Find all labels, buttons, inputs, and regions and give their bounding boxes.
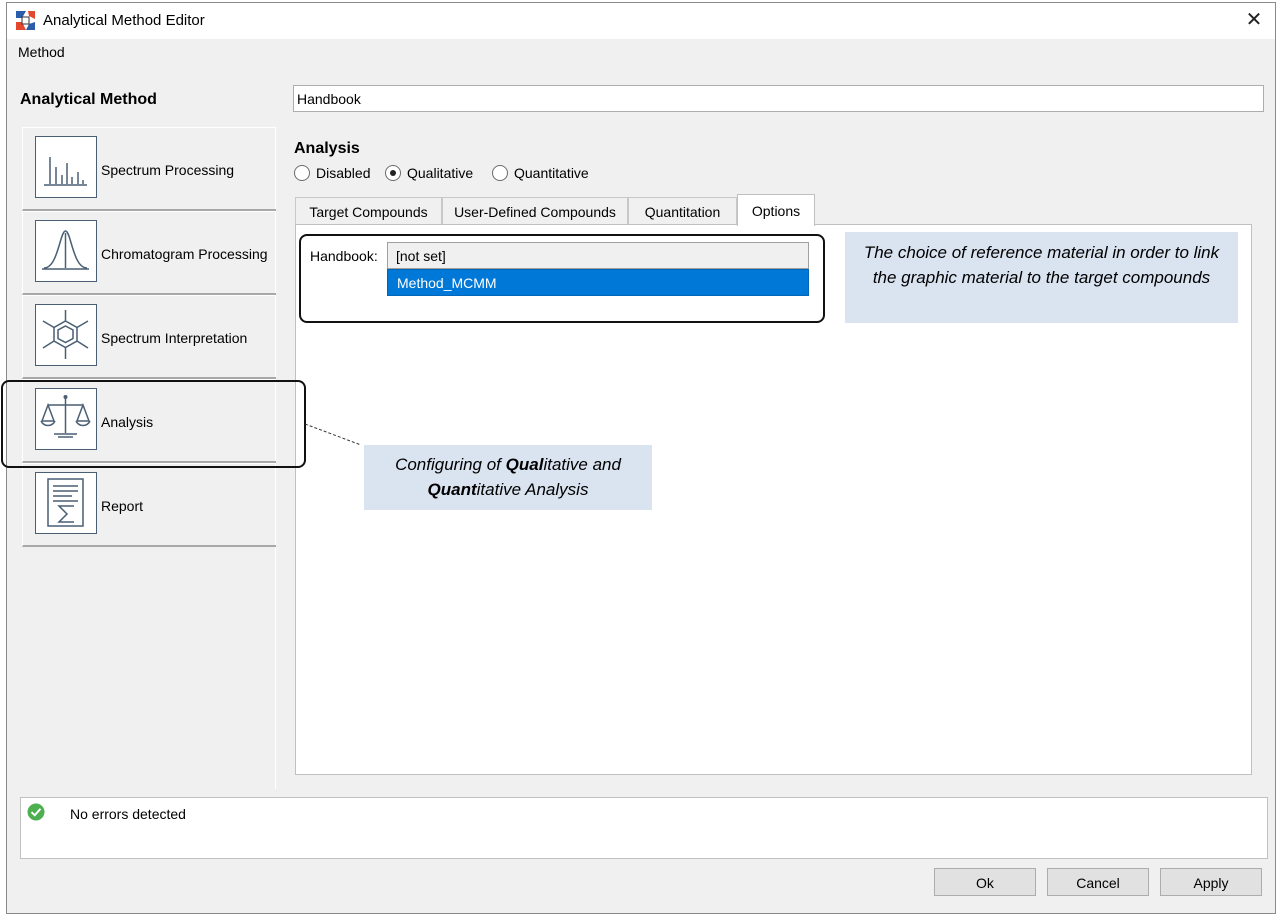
status-panel: No errors detected <box>20 797 1268 859</box>
radio-label: Disabled <box>316 165 371 182</box>
method-name-input[interactable] <box>293 85 1264 112</box>
note-text: itative and <box>543 455 621 474</box>
spectrum-icon <box>35 136 97 198</box>
tab-quantitation[interactable]: Quantitation <box>628 197 737 225</box>
ok-button[interactable]: Ok <box>934 868 1036 896</box>
window-title: Analytical Method Editor <box>43 12 205 29</box>
radio-circle <box>492 165 508 182</box>
annotation-note-reference: The choice of reference material in orde… <box>845 232 1238 323</box>
tab-target-compounds[interactable]: Target Compounds <box>295 197 442 225</box>
radio-label: Quantitative <box>514 165 589 182</box>
analysis-callout-frame <box>1 380 306 468</box>
note-bold: Qual <box>505 455 544 474</box>
editor-window: Analytical Method Editor ✕ Method Analyt… <box>1 2 1276 914</box>
nav-title: Analytical Method <box>20 91 157 108</box>
sigma-report-icon <box>35 472 97 534</box>
menu-bar: Method <box>7 39 1275 65</box>
title-bar: Analytical Method Editor ✕ <box>7 3 1275 39</box>
tab-options[interactable]: Options <box>737 194 815 226</box>
section-title: Analysis <box>294 140 360 157</box>
check-circle-icon <box>27 803 45 821</box>
close-button[interactable]: ✕ <box>1239 7 1269 35</box>
nav-item-spectrum-interpretation[interactable]: Spectrum Interpretation <box>22 295 276 379</box>
chromatogram-icon <box>35 220 97 282</box>
nav-item-label: Spectrum Interpretation <box>101 330 248 346</box>
nav-item-label: Chromatogram Processing <box>101 246 268 262</box>
radio-disabled[interactable]: Disabled <box>294 164 371 182</box>
note-bold: Quant <box>427 480 477 499</box>
radio-circle <box>385 165 401 182</box>
radio-qualitative[interactable]: Qualitative <box>385 164 474 182</box>
annotation-note-analysis: Configuring of Qualitative and Quantitat… <box>364 445 652 510</box>
handbook-callout-frame <box>299 234 825 323</box>
close-icon: ✕ <box>1245 9 1263 31</box>
nav-item-label: Report <box>101 498 144 514</box>
molecule-icon <box>35 304 97 366</box>
nav-item-spectrum-processing[interactable]: Spectrum Processing <box>22 127 276 211</box>
radio-quantitative[interactable]: Quantitative <box>492 164 589 182</box>
cancel-button[interactable]: Cancel <box>1047 868 1149 896</box>
tab-user-defined-compounds[interactable]: User-Defined Compounds <box>442 197 628 225</box>
menu-item-method[interactable]: Method <box>18 44 65 60</box>
radio-label: Qualitative <box>407 165 474 182</box>
app-logo-icon <box>16 11 35 30</box>
callout-connector <box>305 423 362 446</box>
nav-item-chromatogram-processing[interactable]: Chromatogram Processing <box>22 211 276 295</box>
radio-circle <box>294 165 310 182</box>
note-text: itative Analysis <box>476 480 589 499</box>
nav-item-report[interactable]: Report <box>22 463 276 547</box>
note-text: Configuring of <box>395 455 506 474</box>
nav-item-label: Spectrum Processing <box>101 162 235 178</box>
apply-button[interactable]: Apply <box>1160 868 1262 896</box>
status-text: No errors detected <box>70 806 186 822</box>
